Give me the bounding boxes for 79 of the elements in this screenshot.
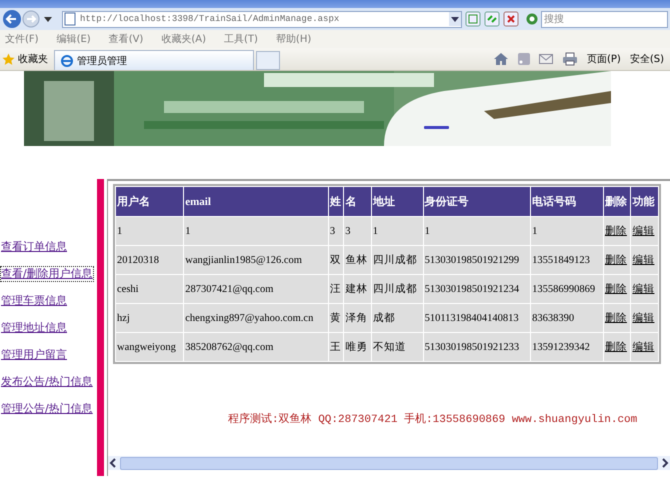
table-cell: wangweiyong [117, 342, 176, 352]
back-forward-icon[interactable] [2, 9, 40, 29]
sidebar-link[interactable]: 查看订单信息 [0, 239, 68, 255]
table-cell: 成都 [372, 313, 395, 324]
horizontal-scrollbar[interactable] [108, 456, 670, 470]
caret-icon[interactable] [43, 15, 53, 23]
search-field[interactable]: 搜搜 [541, 10, 668, 28]
menu-item[interactable]: 工具(T) [224, 32, 258, 46]
table-cell: hzj [117, 312, 130, 324]
printer-icon[interactable] [562, 52, 578, 66]
table-cell: 汪 [330, 284, 341, 295]
table-cell: 四川成都 [372, 284, 417, 295]
table-cell: 3 [345, 226, 351, 236]
page-icon [63, 12, 77, 26]
table-cell: wangjianlin1985@126.com [185, 254, 302, 266]
table-cell: 510113198404140813 [424, 312, 519, 324]
table-cell: 王 [330, 342, 341, 353]
column-header: 地址 [372, 187, 423, 216]
table-cell: 不知道 [372, 342, 406, 353]
mail-icon[interactable] [539, 54, 553, 64]
column-header: 功能 [631, 187, 658, 216]
column-header: 姓 [328, 187, 344, 216]
sidebar-link[interactable]: 管理公告/热门信息 [0, 401, 94, 417]
sidebar-link[interactable]: 查看/删除用户信息 [0, 266, 94, 282]
table-cell: ceshi [117, 284, 139, 294]
table-cell: 385208762@qq.com [185, 342, 274, 352]
command-menu[interactable]: 安全(S) [630, 52, 664, 66]
table-cell: 13591239342 [532, 342, 590, 352]
table-cell: 513030198501921234 [424, 284, 520, 294]
table-cell: 1 [532, 226, 538, 236]
sidebar-link[interactable]: 管理车票信息 [0, 293, 68, 309]
table-cell: 20120318 [117, 254, 159, 266]
menu-item[interactable]: 帮助(H) [276, 32, 312, 46]
table-cell: 鱼林 [345, 255, 368, 266]
table-cell: 1 [372, 226, 378, 236]
table-cell: 1 [117, 226, 122, 236]
command-menu[interactable]: 页面(P) [587, 52, 621, 66]
table-cell: 3 [330, 226, 336, 236]
table-cell: 513030198501921233 [424, 342, 520, 352]
column-header: email [184, 187, 328, 216]
table-cell: 泽角 [345, 313, 368, 324]
column-header: 名 [344, 187, 371, 216]
table-cell: 1 [424, 226, 430, 236]
table-cell: chengxing897@yahoo.com.cn [185, 312, 314, 324]
sidebar-link[interactable]: 发布公告/热门信息 [0, 374, 94, 390]
table-cell: 513030198501921299 [424, 254, 520, 266]
menu-item[interactable]: 收藏夹(A) [161, 32, 206, 46]
table-cell: 建林 [345, 284, 368, 295]
refresh-icon[interactable] [484, 11, 500, 27]
favorites-button[interactable]: 收藏夹 [0, 52, 54, 66]
footer-text: 程序测试:双鱼林 QQ:287307421 手机:13558690869 www.shuangyulin.com [228, 412, 638, 426]
table-cell: 13551849123 [532, 254, 590, 266]
sidebar-link[interactable]: 管理用户留言 [0, 347, 68, 363]
table-cell: 四川成都 [372, 255, 417, 266]
scroll-left-icon[interactable] [108, 457, 118, 469]
scroll-right-icon[interactable] [660, 457, 670, 469]
table-cell: 135586990869 [532, 284, 596, 294]
stop-icon[interactable] [503, 11, 519, 27]
address-field[interactable]: http://localhost:3398/TrainSail/AdminManage.aspx [62, 10, 462, 28]
menu-item[interactable]: 查看(V) [108, 32, 144, 46]
dropdown-icon[interactable] [449, 12, 461, 26]
table-cell: 双 [330, 255, 341, 266]
table-cell: 287307421@qq.com [185, 284, 274, 294]
table-cell: 黄 [330, 313, 341, 324]
table-cell: 1 [185, 226, 191, 236]
table-cell: 唯勇 [345, 342, 368, 353]
column-header: 身份证号 [424, 187, 530, 216]
home-icon[interactable] [493, 52, 509, 66]
table-cell: 83638390 [532, 312, 574, 324]
browser-tab[interactable]: 管理员管理 [54, 50, 254, 70]
menu-item[interactable]: 文件(F) [5, 32, 39, 46]
ie-icon [61, 54, 73, 66]
menu-item[interactable]: 编辑(E) [56, 32, 91, 46]
search-engine-icon [526, 13, 538, 25]
column-header: 用户名 [116, 187, 184, 216]
star-icon [2, 52, 15, 66]
column-header: 电话号码 [531, 187, 603, 216]
sidebar-link[interactable]: 管理地址信息 [0, 320, 68, 336]
column-header: 删除 [604, 187, 630, 216]
